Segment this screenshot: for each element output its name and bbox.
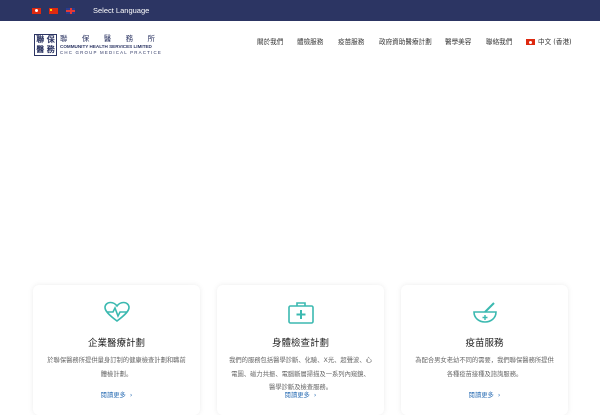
service-card-corporate: 企業醫療計劃 於聯保醫務所提供量身訂制的健康檢查計劃和職前體檢計劃。 閱讀更多 › <box>33 285 200 415</box>
heart-pulse-icon <box>103 301 130 323</box>
logo-group-name: CHC GROUP MEDICAL PRACTICE <box>60 50 162 55</box>
nav-item-aesthetics[interactable]: 醫學美容 <box>445 37 471 47</box>
hk-flag-icon <box>526 39 535 45</box>
uk-flag-icon[interactable] <box>66 7 75 14</box>
nav-item-about[interactable]: 關於我們 <box>257 37 283 47</box>
nav-item-contact[interactable]: 聯絡我們 <box>486 37 512 47</box>
chevron-right-icon: › <box>129 392 133 399</box>
service-card-health-check: 身體檢查計劃 我們的服務包括醫學診斷、化驗、X光、超聲波、心電圖、磁力共振、電腦… <box>217 285 384 415</box>
first-aid-kit-icon <box>287 302 314 324</box>
nav-item-gov-subsidy[interactable]: 政府資助醫療計劃 <box>379 37 432 47</box>
card-description: 於聯保醫務所提供量身訂制的健康檢查計劃和職前體檢計劃。 <box>47 357 186 378</box>
hk-flag-icon[interactable] <box>32 7 41 14</box>
nav-language-switch[interactable]: 中文 (香港) <box>526 37 572 47</box>
card-title: 企業醫療計劃 <box>87 338 145 349</box>
mortar-pestle-icon <box>472 302 497 323</box>
cn-flag-icon[interactable] <box>49 7 58 14</box>
read-more-link[interactable]: 閱讀更多 › <box>33 390 200 399</box>
select-language-dropdown[interactable]: Select Language <box>93 6 149 15</box>
logo-english-name: COMMUNITY HEALTH SERVICES LIMITED <box>60 44 152 49</box>
nav-language-label: 中文 (香港) <box>538 38 572 46</box>
service-card-vaccine: 疫苗服務 為配合男女老幼不同的需要，我們聯保醫務所提供各種疫苗接種及諮詢服務。 … <box>401 285 568 415</box>
nav-item-health-check[interactable]: 體檢服務 <box>297 37 323 47</box>
chevron-right-icon: › <box>497 392 501 399</box>
nav-item-vaccine[interactable]: 疫苗服務 <box>338 37 364 47</box>
card-description: 為配合男女老幼不同的需要，我們聯保醫務所提供各種疫苗接種及諮詢服務。 <box>415 357 554 378</box>
top-language-bar: Select Language <box>0 0 600 21</box>
read-more-link[interactable]: 閱讀更多 › <box>217 390 384 399</box>
logo-chinese-name: 聯 保 醫 務 所 <box>60 34 162 43</box>
chevron-right-icon: › <box>313 392 317 399</box>
card-description: 我們的服務包括醫學診斷、化驗、X光、超聲波、心電圖、磁力共振、電腦斷層掃描及一系… <box>229 357 372 391</box>
logo-mark: 聯 保 醫 務 <box>34 34 57 56</box>
card-title: 疫苗服務 <box>465 338 504 349</box>
card-title: 身體檢查計劃 <box>271 338 329 349</box>
read-more-link[interactable]: 閱讀更多 › <box>401 390 568 399</box>
